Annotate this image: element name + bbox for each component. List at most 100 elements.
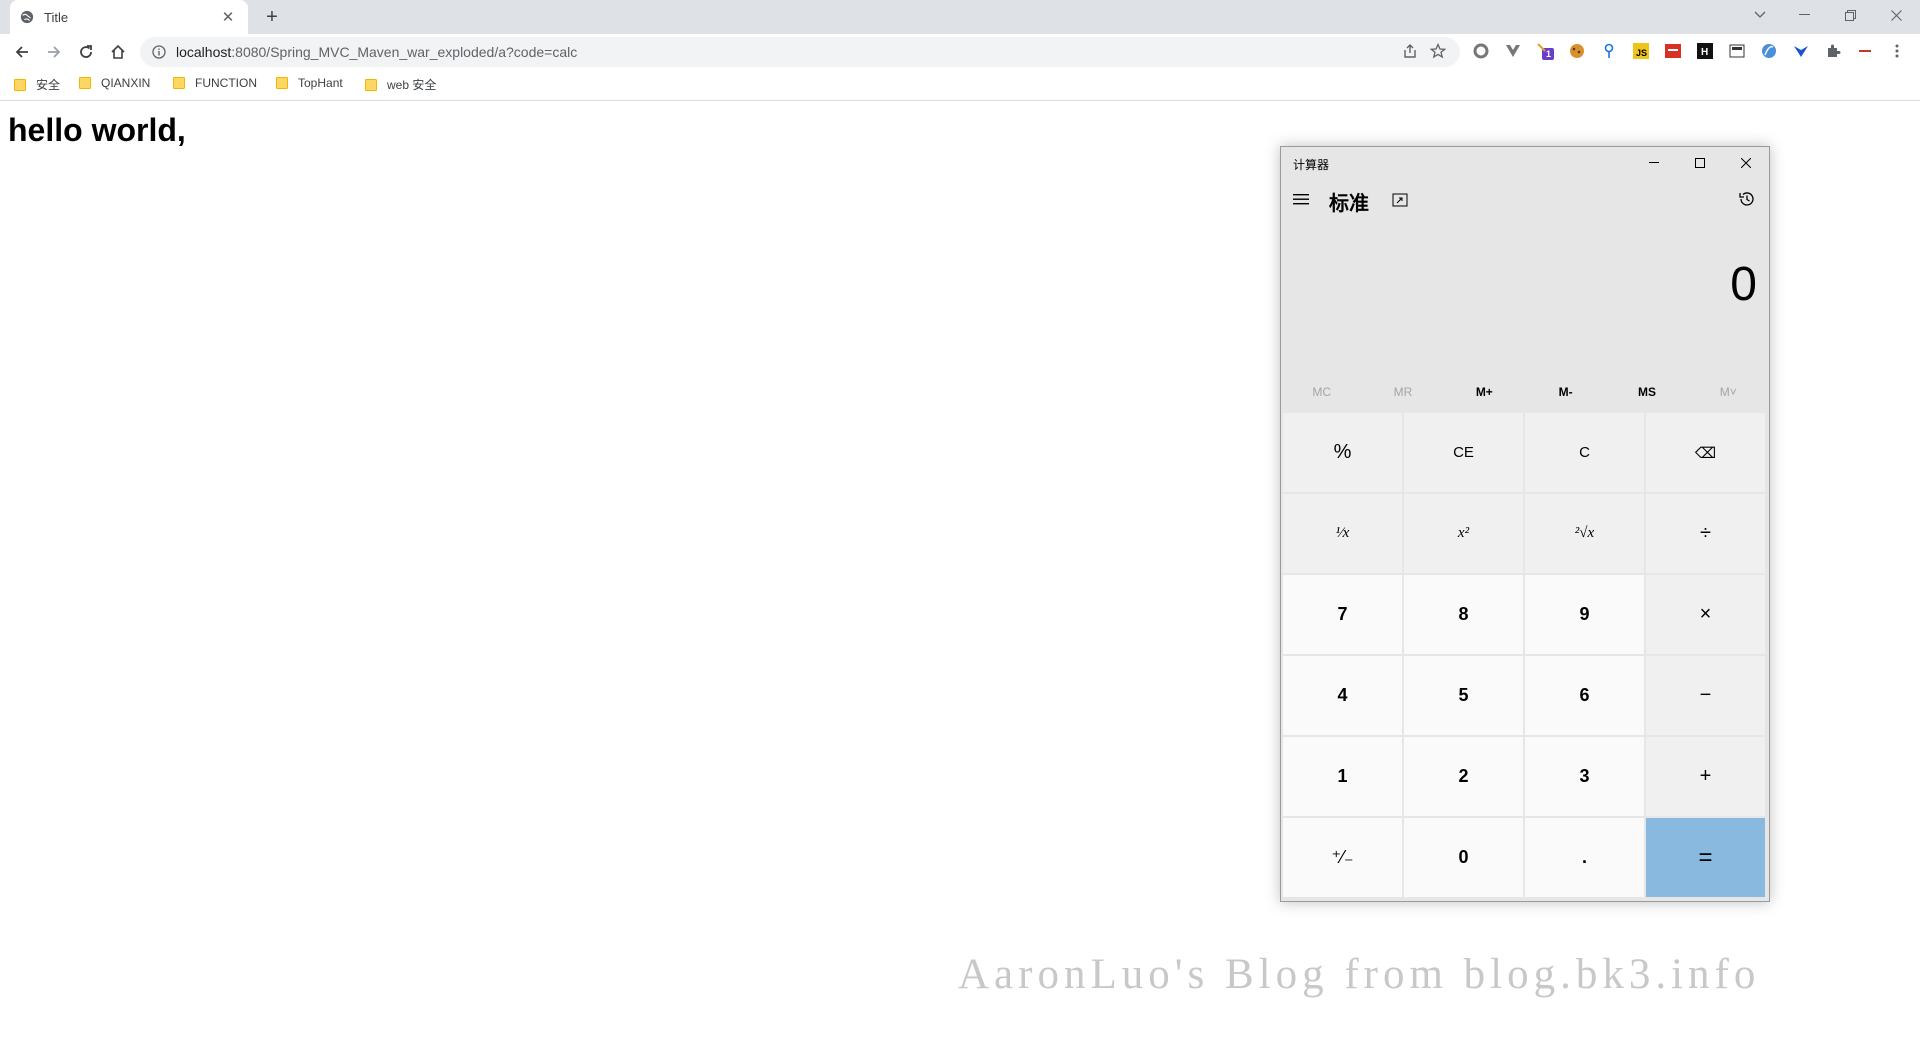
extension-v-icon[interactable] [1792,42,1810,60]
share-icon[interactable] [1402,43,1418,59]
extension-vue-icon[interactable] [1504,42,1522,60]
backspace-button[interactable]: ⌫ [1646,413,1765,492]
bookmark-folder[interactable]: TopHant [276,76,343,90]
calculator-window: 计算器 标准 0 MC MR M+ M- MS M˅ % CE C ⌫ ¹⁄x … [1280,146,1770,902]
plus-button[interactable]: + [1646,737,1765,816]
memory-store-button[interactable]: MS [1606,373,1687,411]
calculator-mode: 标准 [1329,193,1369,215]
history-icon[interactable] [1737,189,1757,209]
bookmark-folder[interactable]: 安全 [14,76,60,93]
calculator-title: 计算器 [1293,158,1330,172]
extension-js-icon[interactable]: JS [1632,42,1650,60]
reload-icon [80,45,92,58]
calculator-keypad: % CE C ⌫ ¹⁄x x² ²√x ÷ 7 8 9 × 4 5 6 − 1 … [1283,413,1765,897]
bookmark-folder[interactable]: web 安全 [365,76,436,93]
address-bar[interactable]: localhost:8080/Spring_MVC_Maven_war_expl… [140,37,1460,67]
divide-button[interactable]: ÷ [1646,494,1765,573]
extension-h-icon[interactable]: H [1696,42,1714,60]
memory-clear-button[interactable]: MC [1281,373,1362,411]
negate-button[interactable]: ⁺⁄₋ [1283,818,1402,897]
globe-icon [20,10,34,24]
equals-button[interactable]: = [1646,818,1765,897]
browser-toolbar: localhost:8080/Spring_MVC_Maven_war_expl… [0,34,1920,70]
svg-text:JS: JS [1636,48,1647,58]
hamburger-menu-icon[interactable] [1291,189,1311,209]
bookmark-folder[interactable]: QIANXIN [79,76,150,90]
tab-title: Title [44,9,69,25]
digit-6-button[interactable]: 6 [1525,656,1644,735]
reload-button[interactable] [72,38,100,66]
bookmark-label: QIANXIN [101,76,151,90]
memory-row: MC MR M+ M- MS M˅ [1281,373,1769,411]
bookmark-label: FUNCTION [195,76,257,90]
forward-button[interactable] [40,38,68,66]
calc-maximize-button[interactable] [1677,147,1723,179]
folder-icon [365,78,377,91]
digit-8-button[interactable]: 8 [1404,575,1523,654]
more-menu-icon[interactable] [1888,42,1906,60]
calculator-display: 0 [1730,258,1757,311]
multiply-button[interactable]: × [1646,575,1765,654]
digit-4-button[interactable]: 4 [1283,656,1402,735]
close-window-button[interactable] [1874,0,1918,30]
digit-2-button[interactable]: 2 [1404,737,1523,816]
restore-window-button[interactable] [1828,0,1872,30]
calculator-header: 标准 [1281,179,1769,219]
tab-strip: Title ✕ + [0,0,1920,34]
memory-add-button[interactable]: M+ [1444,373,1525,411]
extensions-puzzle-icon[interactable] [1824,42,1842,60]
calc-close-button[interactable] [1723,147,1769,179]
memory-list-button[interactable]: M˅ [1688,373,1769,411]
bookmark-folder[interactable]: FUNCTION [173,76,257,90]
back-button[interactable] [8,38,36,66]
extension-red-icon[interactable] [1664,42,1682,60]
digit-1-button[interactable]: 1 [1283,737,1402,816]
decimal-button[interactable]: . [1525,818,1644,897]
memory-subtract-button[interactable]: M- [1525,373,1606,411]
square-button[interactable]: x² [1404,494,1523,573]
arrow-right-icon [48,46,61,58]
page-heading: hello world, [8,112,186,148]
new-tab-button[interactable]: + [260,5,284,29]
svg-text:H: H [1701,47,1708,58]
url-host: localhost [176,44,232,60]
memory-recall-button[interactable]: MR [1362,373,1443,411]
tab-search-icon[interactable] [1738,0,1782,30]
calculator-titlebar[interactable]: 计算器 [1281,147,1769,179]
calc-minimize-button[interactable] [1631,147,1677,179]
reciprocal-button[interactable]: ¹⁄x [1283,494,1402,573]
square-root-button[interactable]: ²√x [1525,494,1644,573]
home-button[interactable] [104,38,132,66]
minus-button[interactable]: − [1646,656,1765,735]
extension-cookie-icon[interactable] [1568,42,1586,60]
extension-circle-icon[interactable] [1472,42,1490,60]
minimize-window-button[interactable] [1782,0,1826,30]
extension-badge-icon[interactable]: 1 [1536,42,1554,60]
percent-button[interactable]: % [1283,413,1402,492]
url-path: :8080/Spring_MVC_Maven_war_exploded/a?co… [231,44,578,60]
folder-icon [276,77,288,89]
extension-badge-count: 1 [1546,49,1552,59]
clear-entry-button[interactable]: CE [1404,413,1523,492]
folder-icon [14,78,26,91]
info-icon[interactable] [152,45,166,59]
arrow-left-icon [15,46,28,58]
extension-globe-icon[interactable] [1760,42,1778,60]
browser-tab[interactable]: Title ✕ [10,0,248,34]
extension-news-icon[interactable] [1728,42,1746,60]
close-tab-icon[interactable]: ✕ [220,9,236,26]
extension-dash-icon[interactable] [1856,42,1874,60]
bookmark-star-icon[interactable] [1430,43,1446,59]
digit-7-button[interactable]: 7 [1283,575,1402,654]
bookmark-label: 安全 [36,78,61,92]
clear-button[interactable]: C [1525,413,1644,492]
blog-watermark: AaronLuo's Blog from blog.bk3.info [958,951,1761,998]
keep-on-top-icon[interactable] [1391,191,1409,209]
bookmarks-bar: 安全 QIANXIN FUNCTION TopHant web 安全 [0,70,1920,101]
digit-9-button[interactable]: 9 [1525,575,1644,654]
digit-3-button[interactable]: 3 [1525,737,1644,816]
digit-0-button[interactable]: 0 [1404,818,1523,897]
url-text[interactable]: localhost:8080/Spring_MVC_Maven_war_expl… [176,44,577,60]
digit-5-button[interactable]: 5 [1404,656,1523,735]
extension-pin-icon[interactable] [1600,42,1618,60]
